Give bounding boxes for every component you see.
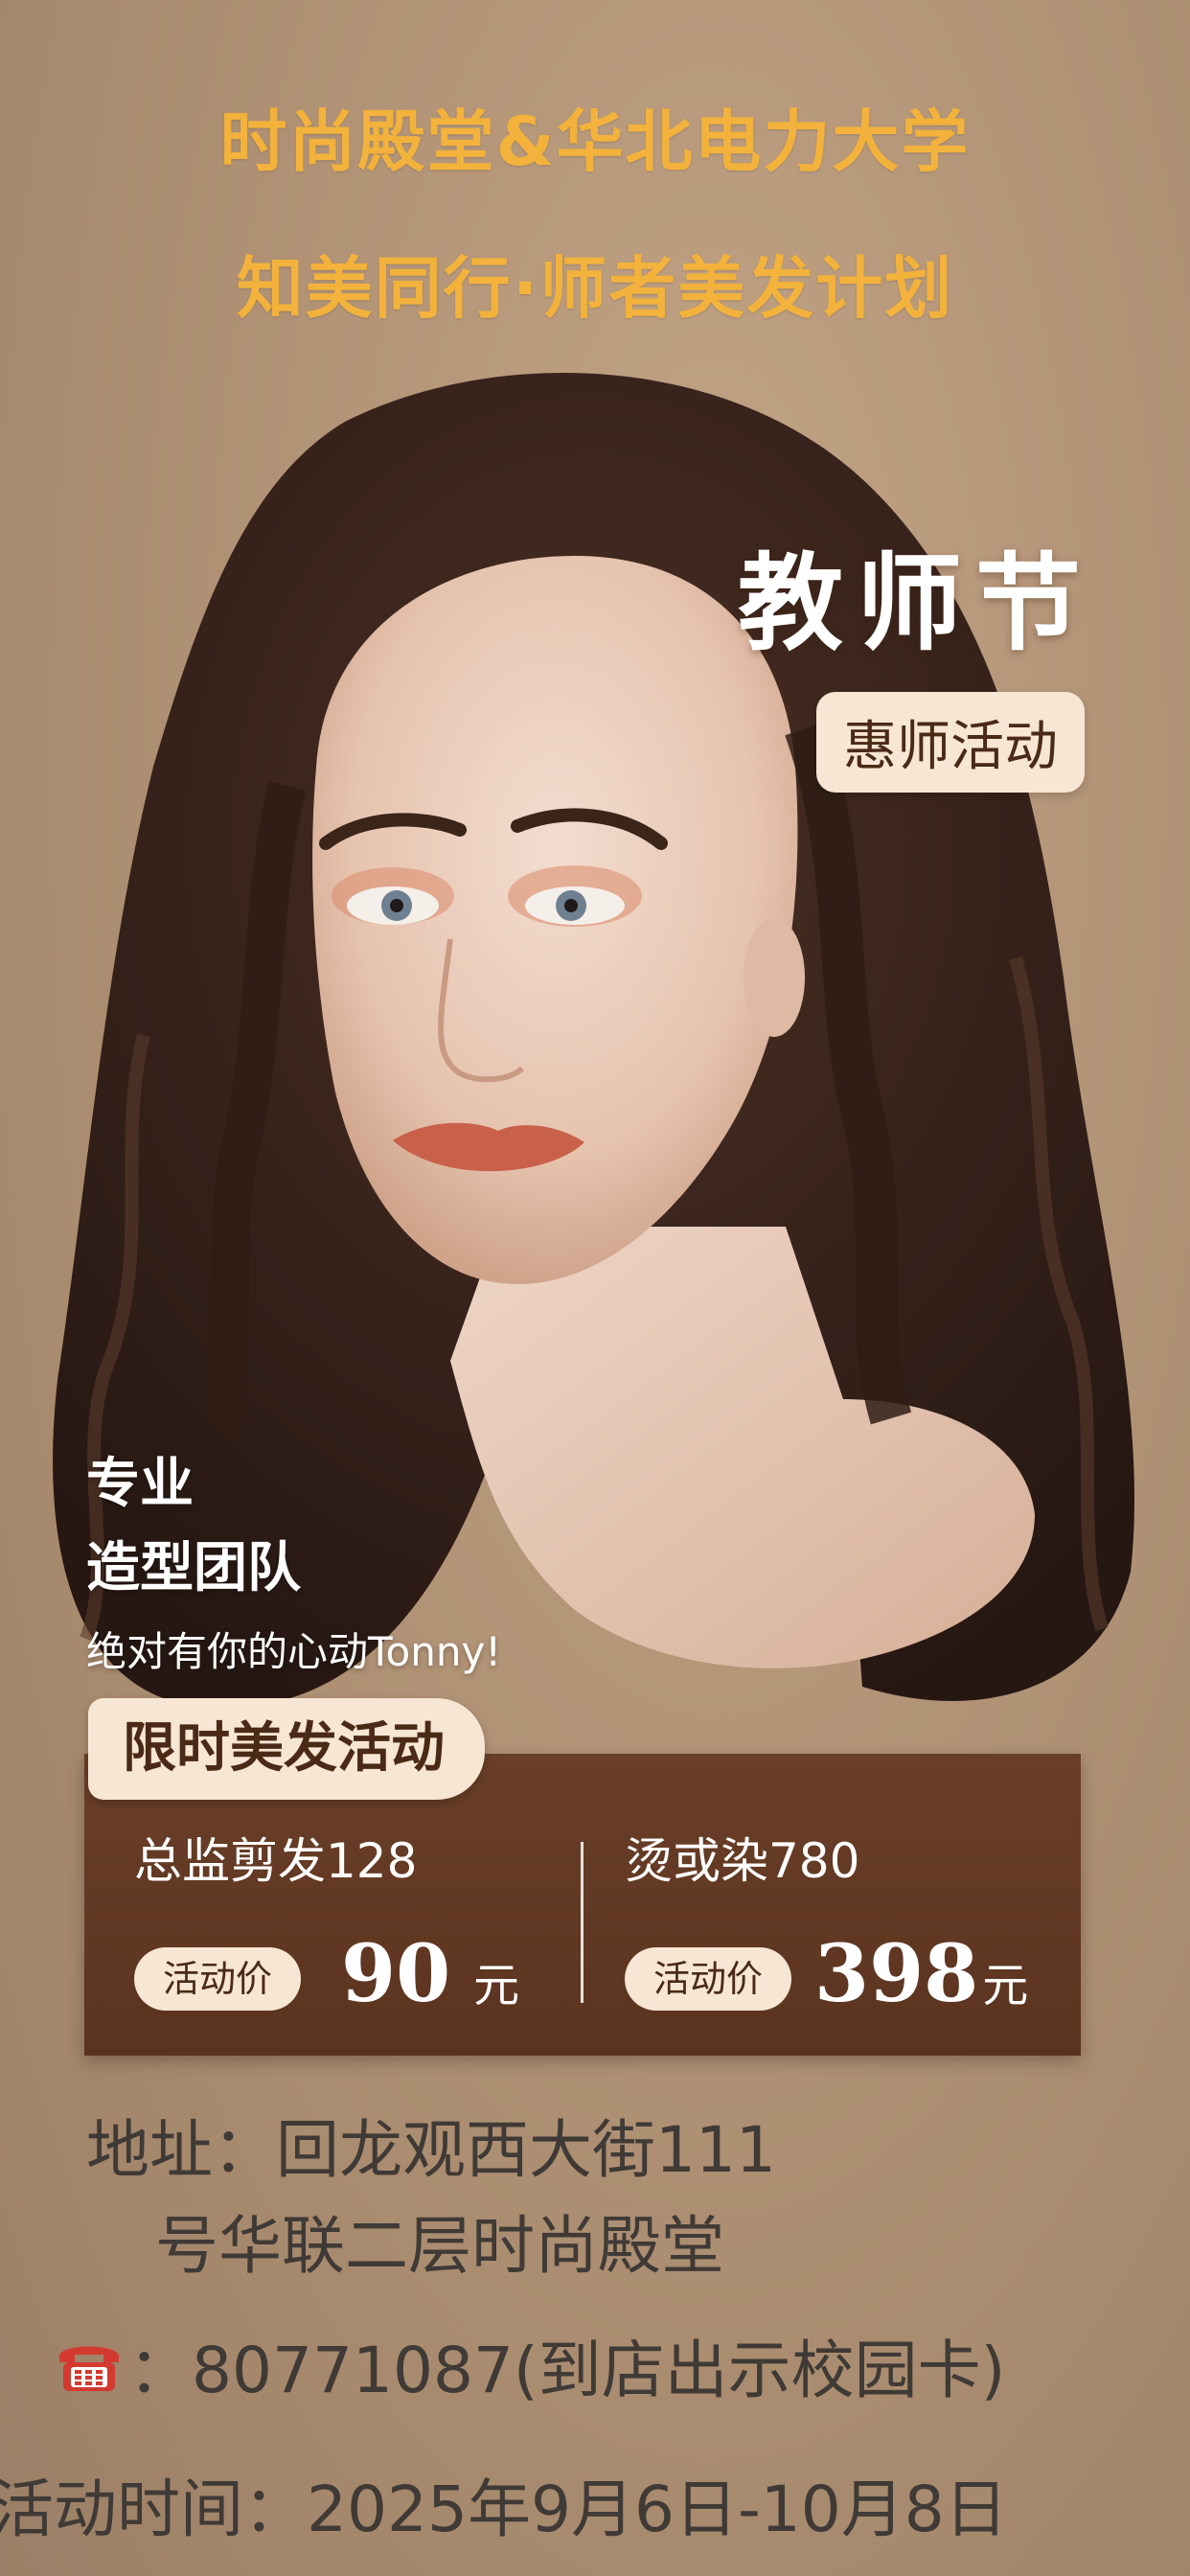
phone-number: ：80771087(到店出示校园卡) [128, 2334, 1006, 2407]
team-heading: 专业 造型团队 [86, 1442, 301, 1611]
promo-item-name: 总监剪发128 [134, 1833, 418, 1889]
telephone-icon [59, 2346, 119, 2391]
price-unit: 元 [982, 1959, 1029, 2012]
price-label-badge: 活动价 [625, 1947, 792, 2011]
promo-item-name: 烫或染780 [625, 1833, 860, 1889]
price-value: 90 [341, 1928, 451, 2020]
team-line-2: 造型团队 [86, 1537, 301, 1599]
poster: 时尚殿堂&华北电力大学 知美同行·师者美发计划 教师节 惠师活动 专业 造型团队… [0, 0, 1190, 2576]
team-line-1: 专业 [86, 1453, 194, 1515]
price-value: 398 [814, 1928, 979, 2020]
price-unit: 元 [473, 1959, 520, 2012]
event-time: 活动时间：2025年9月6日-10月8日 [0, 2472, 1008, 2546]
header-line-1: 时尚殿堂&华北电力大学 [219, 103, 971, 181]
promo-item-haircut: 总监剪发128 活动价 90 元 [134, 1832, 519, 2020]
phone-row: ：80771087(到店出示校园卡) [54, 2319, 1005, 2411]
price-label-badge: 活动价 [134, 1947, 302, 2011]
festival-tag: 惠师活动 [816, 692, 1085, 793]
team-slogan: 绝对有你的心动Tonny! [86, 1628, 502, 1675]
price-row: 活动价 90 元 [134, 1928, 519, 2020]
promo-tab: 限时美发活动 [88, 1698, 485, 1800]
address-line-1: 地址：回龙观西大街111 [86, 2113, 776, 2187]
price-row: 活动价 398 元 [625, 1928, 1028, 2020]
festival-title: 教师节 [738, 542, 1094, 665]
address-line-2: 号华联二层时尚殿堂 [155, 2209, 724, 2283]
header-line-2: 知美同行·师者美发计划 [236, 249, 954, 328]
promo-item-perm-dye: 烫或染780 活动价 398 元 [625, 1832, 1028, 2020]
promo-divider [581, 1842, 584, 2003]
